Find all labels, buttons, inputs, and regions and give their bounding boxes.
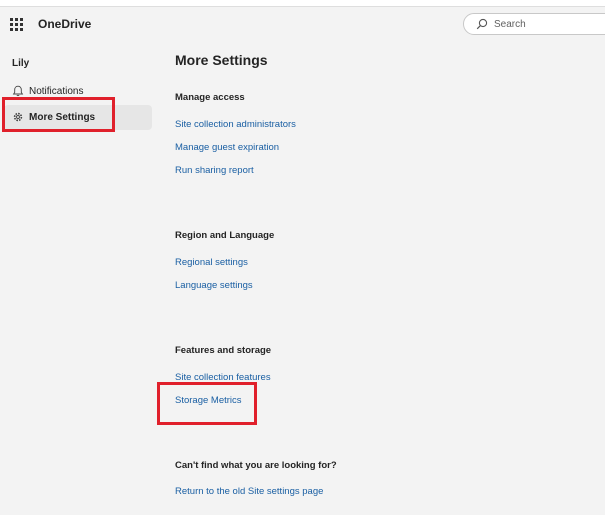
link-site-collection-administrators[interactable]: Site collection administrators [175,119,296,130]
section-heading-features-storage: Features and storage [175,345,272,356]
link-old-site-settings[interactable]: Return to the old Site settings page [175,486,323,497]
link-language-settings[interactable]: Language settings [175,280,253,291]
search-input[interactable] [494,17,604,31]
main-content: More Settings Manage access Site collect… [175,42,595,515]
search-box[interactable] [463,13,605,35]
user-name: Lily [12,58,30,69]
section-heading-region-language: Region and Language [175,230,275,241]
search-icon [476,18,488,30]
sidebar-item-notifications[interactable]: Notifications [4,79,152,104]
link-storage-metrics[interactable]: Storage Metrics [175,395,242,406]
app-name[interactable]: OneDrive [38,17,91,31]
link-regional-settings[interactable]: Regional settings [175,257,248,268]
sidebar-item-label: Notifications [29,86,84,97]
page-title: More Settings [175,52,268,68]
bell-icon [12,85,24,97]
link-site-collection-features[interactable]: Site collection features [175,372,271,383]
section-heading-cant-find: Can't find what you are looking for? [175,460,337,471]
sidebar-item-more-settings[interactable]: More Settings [4,105,152,130]
link-run-sharing-report[interactable]: Run sharing report [175,165,254,176]
app-launcher-icon[interactable] [10,18,23,31]
sidebar-item-label: More Settings [29,112,96,123]
app-header: OneDrive [0,6,605,42]
section-heading-manage-access: Manage access [175,92,245,103]
sidebar: Lily Notifications More Settings [0,42,160,515]
gear-icon [13,112,23,122]
link-manage-guest-expiration[interactable]: Manage guest expiration [175,142,279,153]
